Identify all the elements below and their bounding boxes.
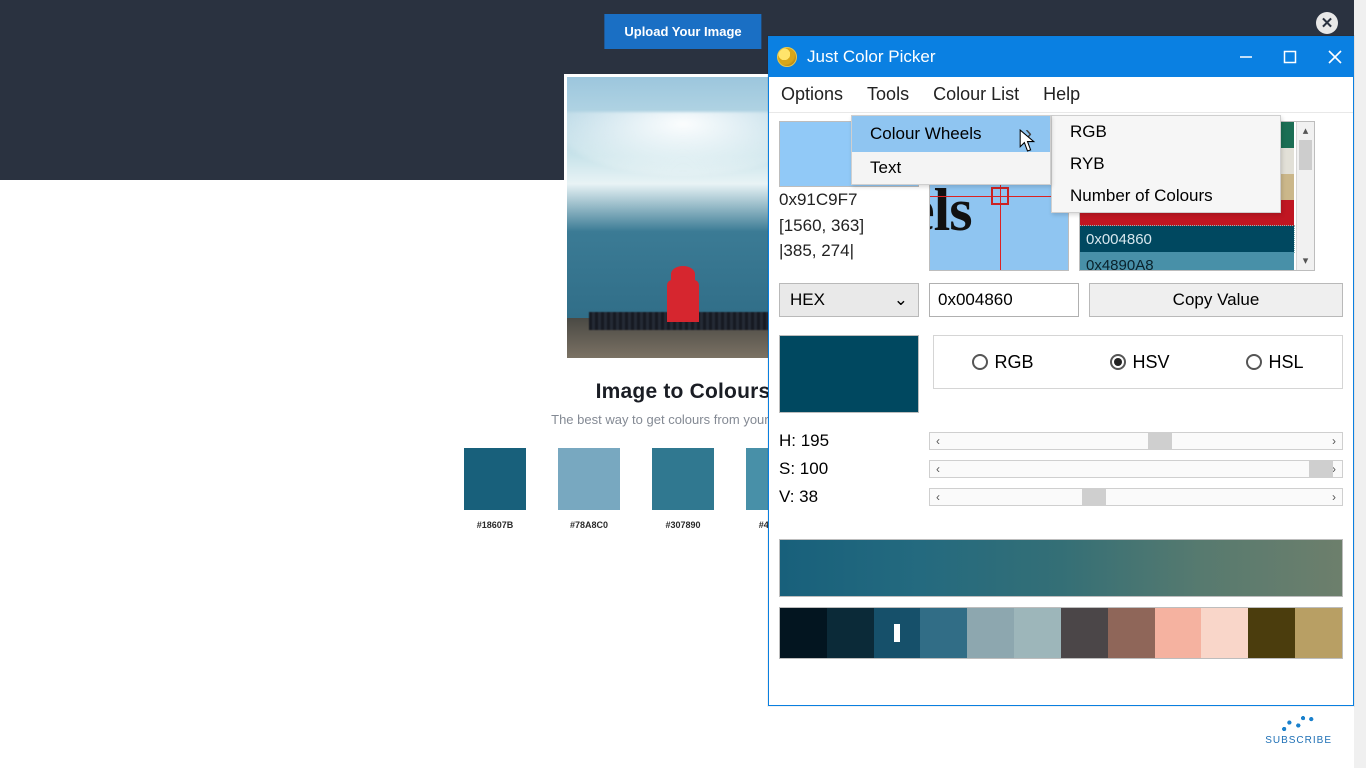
hex-input[interactable] [929,283,1079,317]
subscribe-watermark[interactable]: SUBSCRIBE [1265,713,1332,746]
chevron-up-icon[interactable]: ▴ [1297,122,1314,140]
menu-bar: Options Tools Colour List Help Colour Wh… [769,77,1353,113]
uploaded-image [564,74,802,361]
palette-swatch[interactable]: #307890 [652,448,714,530]
v-label: V: 38 [779,487,929,507]
submenu-rgb[interactable]: RGB [1052,116,1280,148]
lens-sample-text: els [929,176,972,245]
colour-model-radios: RGB HSV HSL [933,335,1343,389]
palette-cell[interactable] [920,608,967,658]
palette-cell[interactable] [1248,608,1295,658]
swatch-label: #307890 [652,520,714,530]
chevron-down-icon: ⌄ [894,290,908,310]
palette-cell[interactable] [827,608,874,658]
v-slider[interactable]: ‹› [929,488,1343,506]
menu-item-text[interactable]: Text [852,152,1050,184]
history-item[interactable]: 0x004860 [1080,226,1294,252]
s-slider[interactable]: ‹› [929,460,1343,478]
window-title: Just Color Picker [807,47,935,67]
close-icon[interactable] [1327,49,1343,65]
palette-cell[interactable] [967,608,1014,658]
subscribe-label: SUBSCRIBE [1265,735,1332,746]
menu-item-label: Text [870,158,901,178]
submenu-ryb[interactable]: RYB [1052,148,1280,180]
maximize-icon[interactable] [1283,50,1297,64]
s-label: S: 100 [779,459,929,479]
chevron-down-icon[interactable]: ▾ [1297,252,1314,270]
upload-button[interactable]: Upload Your Image [604,14,761,49]
current-colour-swatch [779,335,919,413]
palette-swatch[interactable]: #18607B [464,448,526,530]
close-icon[interactable]: ✕ [1316,12,1338,34]
palette-cell[interactable] [1014,608,1061,658]
app-icon [777,47,797,67]
pick-readout: 0x91C9F7 [1560, 363] |385, 274| [779,187,919,264]
palette-cell[interactable] [1108,608,1155,658]
swatch-label: #78A8C0 [558,520,620,530]
menu-tools[interactable]: Tools [867,84,909,105]
palette-cell[interactable] [1201,608,1248,658]
cursor-icon [1019,129,1036,152]
palette-cell[interactable] [780,608,827,658]
minimize-icon[interactable] [1239,50,1253,64]
select-value: HEX [790,290,825,310]
format-select[interactable]: HEX ⌄ [779,283,919,317]
submenu-number-of-colours[interactable]: Number of Colours [1052,180,1280,212]
history-item[interactable]: 0x4890A8 [1080,252,1294,271]
local-coords: |385, 274| [779,238,919,264]
swatch-label: #18607B [464,520,526,530]
gradient-preview[interactable] [779,539,1343,597]
menu-colour-list[interactable]: Colour List [933,84,1019,105]
harmony-palette [779,607,1343,659]
copy-value-button[interactable]: Copy Value [1089,283,1343,317]
palette-cell[interactable] [874,608,921,658]
h-slider[interactable]: ‹› [929,432,1343,450]
h-label: H: 195 [779,431,929,451]
menu-help[interactable]: Help [1043,84,1080,105]
palette-cell[interactable] [1295,608,1342,658]
color-picker-window: Just Color Picker Options Tools Colour L… [768,36,1354,706]
palette-swatch[interactable]: #78A8C0 [558,448,620,530]
radio-hsv[interactable]: HSV [1110,352,1169,373]
palette-cell[interactable] [1155,608,1202,658]
hsv-sliders: H: 195 ‹› S: 100 ‹› V: 38 ‹› [779,427,1343,511]
menu-options[interactable]: Options [781,84,843,105]
palette-cell[interactable] [1061,608,1108,658]
window-titlebar[interactable]: Just Color Picker [769,37,1353,77]
radio-rgb[interactable]: RGB [972,352,1033,373]
screen-coords: [1560, 363] [779,213,919,239]
radio-hsl[interactable]: HSL [1246,352,1303,373]
menu-item-label: Colour Wheels [870,124,982,144]
hover-hex: 0x91C9F7 [779,187,919,213]
colour-wheels-submenu: RGB RYB Number of Colours [1051,115,1281,213]
history-scrollbar[interactable]: ▴ ▾ [1296,122,1314,270]
